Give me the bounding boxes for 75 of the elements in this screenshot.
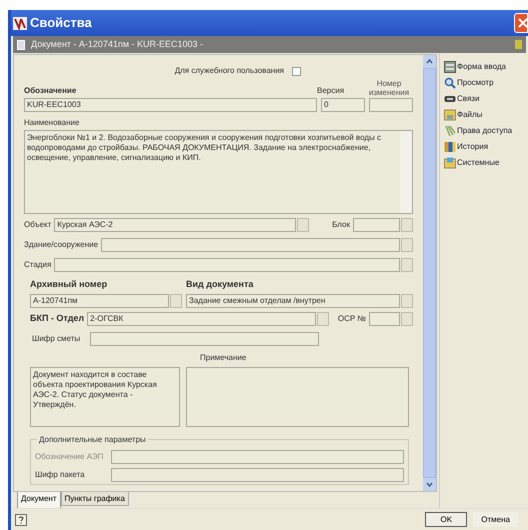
folder-icon bbox=[444, 109, 456, 121]
field-label: Объект bbox=[24, 219, 52, 231]
name-text: Энергоблоки №1 и 2. Водозаборные сооружения и сооружения подготовки хозпитьевой воды с водопроводами до стройбазы. РАБОЧАЯ ДОКУМЕНТАЦИЯ. Задание на электроснабжение, освещение, управление, сигнализацию и КИП. bbox=[26, 132, 382, 164]
scroll-up-button[interactable] bbox=[423, 55, 436, 68]
browse-button[interactable] bbox=[401, 312, 413, 326]
menu-item[interactable]: Связи bbox=[444, 93, 528, 105]
browse-button[interactable] bbox=[401, 294, 413, 308]
menu-item[interactable]: Файлы bbox=[444, 109, 528, 121]
menu-item[interactable]: Права доступа bbox=[444, 125, 528, 137]
input-field[interactable]: Курская АЭС-2 bbox=[54, 218, 296, 232]
menu-item[interactable]: Просмотр bbox=[444, 77, 528, 89]
form-icon bbox=[444, 61, 456, 73]
input-field[interactable] bbox=[369, 98, 413, 112]
field-label: Архивный номер bbox=[30, 278, 108, 291]
field-label: Обозначение АЭП bbox=[35, 450, 104, 462]
cancel-button[interactable]: Отмена bbox=[473, 512, 518, 527]
input-field[interactable] bbox=[111, 468, 404, 482]
link-icon bbox=[444, 93, 456, 105]
field-label: Наименование bbox=[24, 117, 80, 129]
search-icon bbox=[444, 77, 456, 89]
field-label: изменения bbox=[368, 88, 410, 97]
input-field[interactable]: Задание смежным отделам /внутрен bbox=[186, 294, 400, 308]
field-label: Примечание bbox=[200, 352, 246, 364]
ok-button[interactable]: OK bbox=[425, 512, 468, 527]
browse-button[interactable] bbox=[316, 312, 329, 326]
tab[interactable]: Пункты графика bbox=[60, 492, 129, 506]
scroll-down-button[interactable] bbox=[423, 478, 436, 491]
field-label: Блок bbox=[332, 219, 350, 231]
input-field[interactable]: 0 bbox=[321, 98, 365, 112]
browse-button[interactable] bbox=[170, 294, 182, 308]
group-title: Дополнительные параметры bbox=[37, 434, 148, 446]
browse-button[interactable] bbox=[401, 218, 413, 232]
browse-button[interactable] bbox=[401, 238, 413, 252]
field-label: Стадия bbox=[24, 259, 52, 271]
input-field[interactable]: А-120741пм bbox=[30, 294, 169, 308]
checkbox-label: Для служебного пользования bbox=[174, 65, 284, 77]
browse-button[interactable] bbox=[401, 258, 413, 272]
close-icon bbox=[518, 18, 527, 28]
field-label: БКП - Отдел bbox=[30, 312, 84, 325]
window-title: Свойства bbox=[30, 14, 92, 32]
status-note[interactable]: Документ находится в составе объекта проектирования Курская АЭС-2. Статус документа - Утверждён. bbox=[30, 366, 180, 426]
document-title: Документ - А-120741пм - KUR-EEC1003 - bbox=[31, 38, 204, 51]
field-label: Шифр сметы bbox=[32, 332, 80, 344]
book-icon bbox=[444, 141, 456, 153]
note-text: Документ находится в составе объекта проектирования Курская АЭС-2. Статус документа - Утверждён. bbox=[33, 370, 158, 410]
browse-button[interactable] bbox=[297, 218, 310, 232]
field-label: ОСР № bbox=[338, 312, 366, 324]
help-button[interactable] bbox=[15, 514, 27, 526]
tab[interactable]: Документ bbox=[17, 492, 60, 509]
computer-icon bbox=[444, 157, 456, 169]
input-field[interactable] bbox=[369, 312, 400, 326]
input-field[interactable] bbox=[90, 332, 319, 346]
checkbox[interactable] bbox=[292, 66, 301, 76]
input-field[interactable]: KUR-EEC1003 bbox=[24, 98, 317, 112]
input-field[interactable] bbox=[111, 450, 404, 464]
scrollbar[interactable] bbox=[400, 131, 412, 213]
help-icon bbox=[18, 516, 24, 524]
document-icon bbox=[17, 40, 25, 50]
close-button[interactable] bbox=[514, 13, 528, 33]
input-field[interactable] bbox=[101, 238, 400, 252]
field-label: Вид документа bbox=[186, 278, 254, 291]
text-area[interactable] bbox=[24, 130, 413, 214]
menu-item[interactable]: Системные bbox=[444, 157, 528, 169]
menu-item[interactable]: Форма ввода bbox=[444, 61, 528, 73]
input-field[interactable]: 2-ОГСВК bbox=[87, 312, 316, 326]
field-label: Шифр пакета bbox=[35, 468, 86, 480]
input-field[interactable] bbox=[54, 258, 400, 272]
input-field[interactable] bbox=[353, 218, 400, 232]
app-icon bbox=[13, 16, 27, 30]
field-label: Версия bbox=[317, 85, 346, 97]
menu-item[interactable]: История bbox=[444, 141, 528, 153]
field-label: Номер bbox=[376, 79, 402, 88]
remark-field[interactable] bbox=[186, 366, 409, 426]
field-label: Обозначение bbox=[24, 85, 78, 97]
field-label: Здание/сооружение bbox=[24, 239, 98, 251]
